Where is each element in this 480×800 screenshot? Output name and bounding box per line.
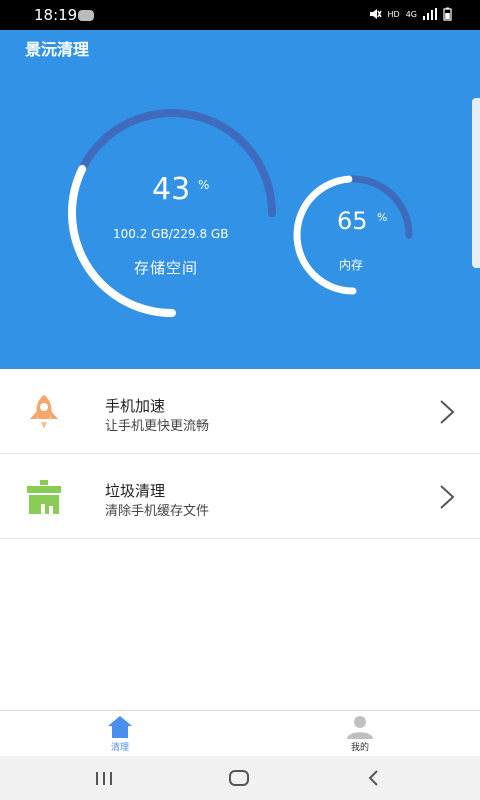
storage-label: 存储空间 <box>134 259 199 277</box>
tab-clean[interactable]: 清理 <box>90 711 150 757</box>
user-icon <box>347 716 373 739</box>
tab-mine[interactable]: 我的 <box>330 711 390 757</box>
memory-percent: 65 <box>337 207 368 235</box>
feature-subtitle: 让手机更快更流畅 <box>105 419 210 434</box>
feature-subtitle: 清除手机缓存文件 <box>105 504 210 519</box>
status-icons: HD 4G <box>368 7 452 21</box>
bottom-tab-bar: 清理 我的 <box>0 710 480 757</box>
chevron-right-icon[interactable] <box>438 399 456 425</box>
tab-label: 清理 <box>110 743 129 753</box>
feature-title: 手机加速 <box>105 397 166 415</box>
trash-bin-icon <box>27 480 61 514</box>
rocket-icon <box>30 395 58 429</box>
network-hd: HD <box>387 9 400 19</box>
feature-row-junk-clean[interactable]: 垃圾清理 清除手机缓存文件 <box>0 454 480 539</box>
memory-percent-sign: % <box>377 211 388 224</box>
tab-label: 我的 <box>350 743 369 753</box>
home-button-icon[interactable] <box>228 769 250 787</box>
status-bar: 18:19 HD 4G <box>0 0 480 30</box>
chevron-right-icon[interactable] <box>438 484 456 510</box>
signal-icon <box>423 8 437 20</box>
battery-icon <box>443 7 452 21</box>
home-icon <box>108 716 132 738</box>
storage-size: 100.2 GB/229.8 GB <box>113 227 229 241</box>
status-time: 18:19 <box>34 6 78 24</box>
notification-icon <box>78 10 94 21</box>
feature-row-speedup[interactable]: 手机加速 让手机更快更流畅 <box>0 369 480 454</box>
header-panel: 景沅清理 43 % 100.2 GB/229.8 GB 存储空间 65 % 内存 <box>0 30 480 369</box>
feature-list: 手机加速 让手机更快更流畅 垃圾清理 清除手机缓存文件 <box>0 369 480 539</box>
recent-apps-icon[interactable] <box>94 771 114 787</box>
gauges <box>68 109 413 317</box>
memory-label: 内存 <box>339 258 364 272</box>
feature-title: 垃圾清理 <box>105 482 166 500</box>
back-icon[interactable] <box>366 769 380 787</box>
network-type: 4G <box>405 9 417 19</box>
storage-percent-sign: % <box>198 178 210 192</box>
system-nav-bar <box>0 756 480 800</box>
mute-icon <box>369 9 382 19</box>
storage-percent: 43 <box>152 172 191 207</box>
